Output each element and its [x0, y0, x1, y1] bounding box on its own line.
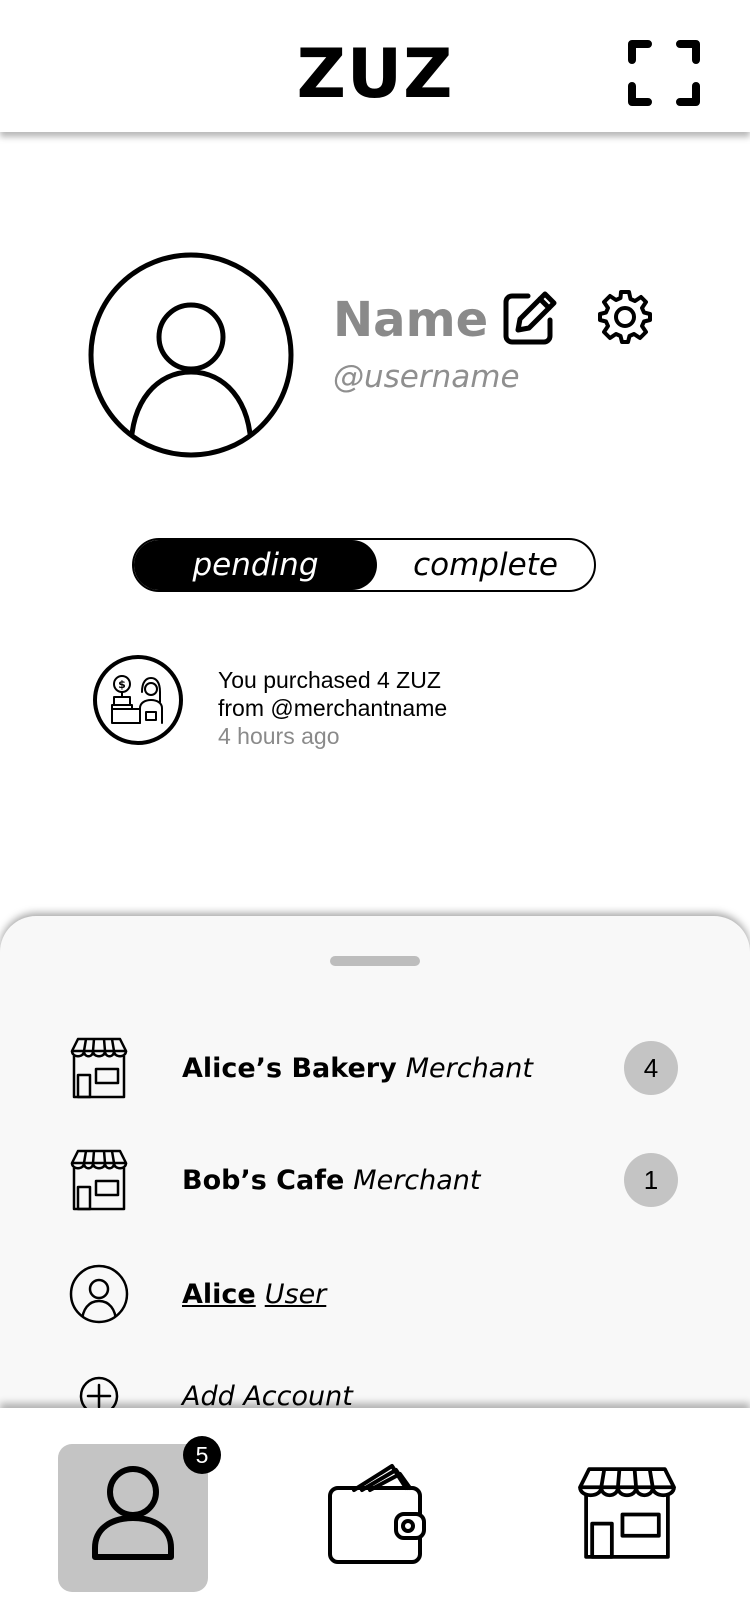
account-name: Alice’s Bakery — [182, 1052, 397, 1084]
nav-store-tab[interactable] — [574, 1460, 680, 1566]
accounts-sheet: Alice’s Bakery Merchant 4 Bob’s Cafe Mer… — [0, 916, 750, 1436]
profile-username: @username — [333, 359, 520, 395]
activity-item[interactable]: $ You purchased 4 ZUZ from @merchantname… — [92, 652, 672, 752]
wallet-icon — [328, 1464, 426, 1564]
account-row-alice-user[interactable]: Alice User — [0, 1254, 750, 1334]
tab-pending[interactable]: pending — [134, 540, 377, 590]
account-label: Alice’s Bakery Merchant — [182, 1028, 533, 1108]
nav-notification-badge: 5 — [183, 1436, 221, 1474]
account-row-alices-bakery[interactable]: Alice’s Bakery Merchant 4 — [0, 1028, 750, 1108]
activity-merchant: from @merchantname — [218, 695, 448, 721]
scan-frame-icon — [628, 40, 700, 106]
profile-avatar — [86, 250, 296, 460]
account-label: Bob’s Cafe Merchant — [182, 1140, 481, 1220]
account-label: Alice User — [182, 1254, 326, 1334]
account-type: Merchant — [405, 1052, 533, 1084]
tab-complete[interactable]: complete — [377, 540, 594, 590]
edit-profile-button[interactable] — [500, 288, 560, 348]
gear-icon — [598, 290, 652, 344]
account-type: User — [264, 1278, 327, 1310]
store-icon — [578, 1467, 676, 1559]
profile-name: Name — [333, 292, 489, 348]
account-name: Bob’s Cafe — [182, 1164, 345, 1196]
user-icon — [92, 1466, 174, 1560]
account-row-bobs-cafe[interactable]: Bob’s Cafe Merchant 1 — [0, 1140, 750, 1220]
settings-button[interactable] — [596, 288, 654, 346]
store-icon — [64, 1145, 134, 1215]
account-notification-badge: 1 — [624, 1153, 678, 1207]
activity-timestamp: 4 hours ago — [218, 723, 340, 749]
app-header: ZUZ — [0, 0, 750, 132]
account-notification-badge: 4 — [624, 1041, 678, 1095]
edit-icon — [503, 291, 557, 345]
svg-text:$: $ — [118, 678, 126, 691]
add-account-text: Add Account — [182, 1380, 353, 1412]
status-filter-toggle: pending complete — [132, 538, 596, 592]
account-name: Alice — [182, 1278, 256, 1310]
store-icon — [64, 1033, 134, 1103]
user-icon — [64, 1259, 134, 1329]
sheet-drag-handle[interactable] — [330, 956, 420, 966]
nav-profile-tab[interactable] — [58, 1444, 208, 1592]
merchant-cashier-icon: $ — [92, 654, 184, 746]
account-type: Merchant — [353, 1164, 481, 1196]
activity-text: You purchased 4 ZUZ from @merchantname 4… — [218, 666, 447, 750]
nav-wallet-tab[interactable] — [326, 1458, 428, 1568]
scan-button[interactable] — [628, 40, 700, 106]
activity-description: You purchased 4 ZUZ — [218, 667, 441, 693]
bottom-nav: 5 — [0, 1408, 750, 1624]
user-avatar-icon — [88, 252, 294, 458]
